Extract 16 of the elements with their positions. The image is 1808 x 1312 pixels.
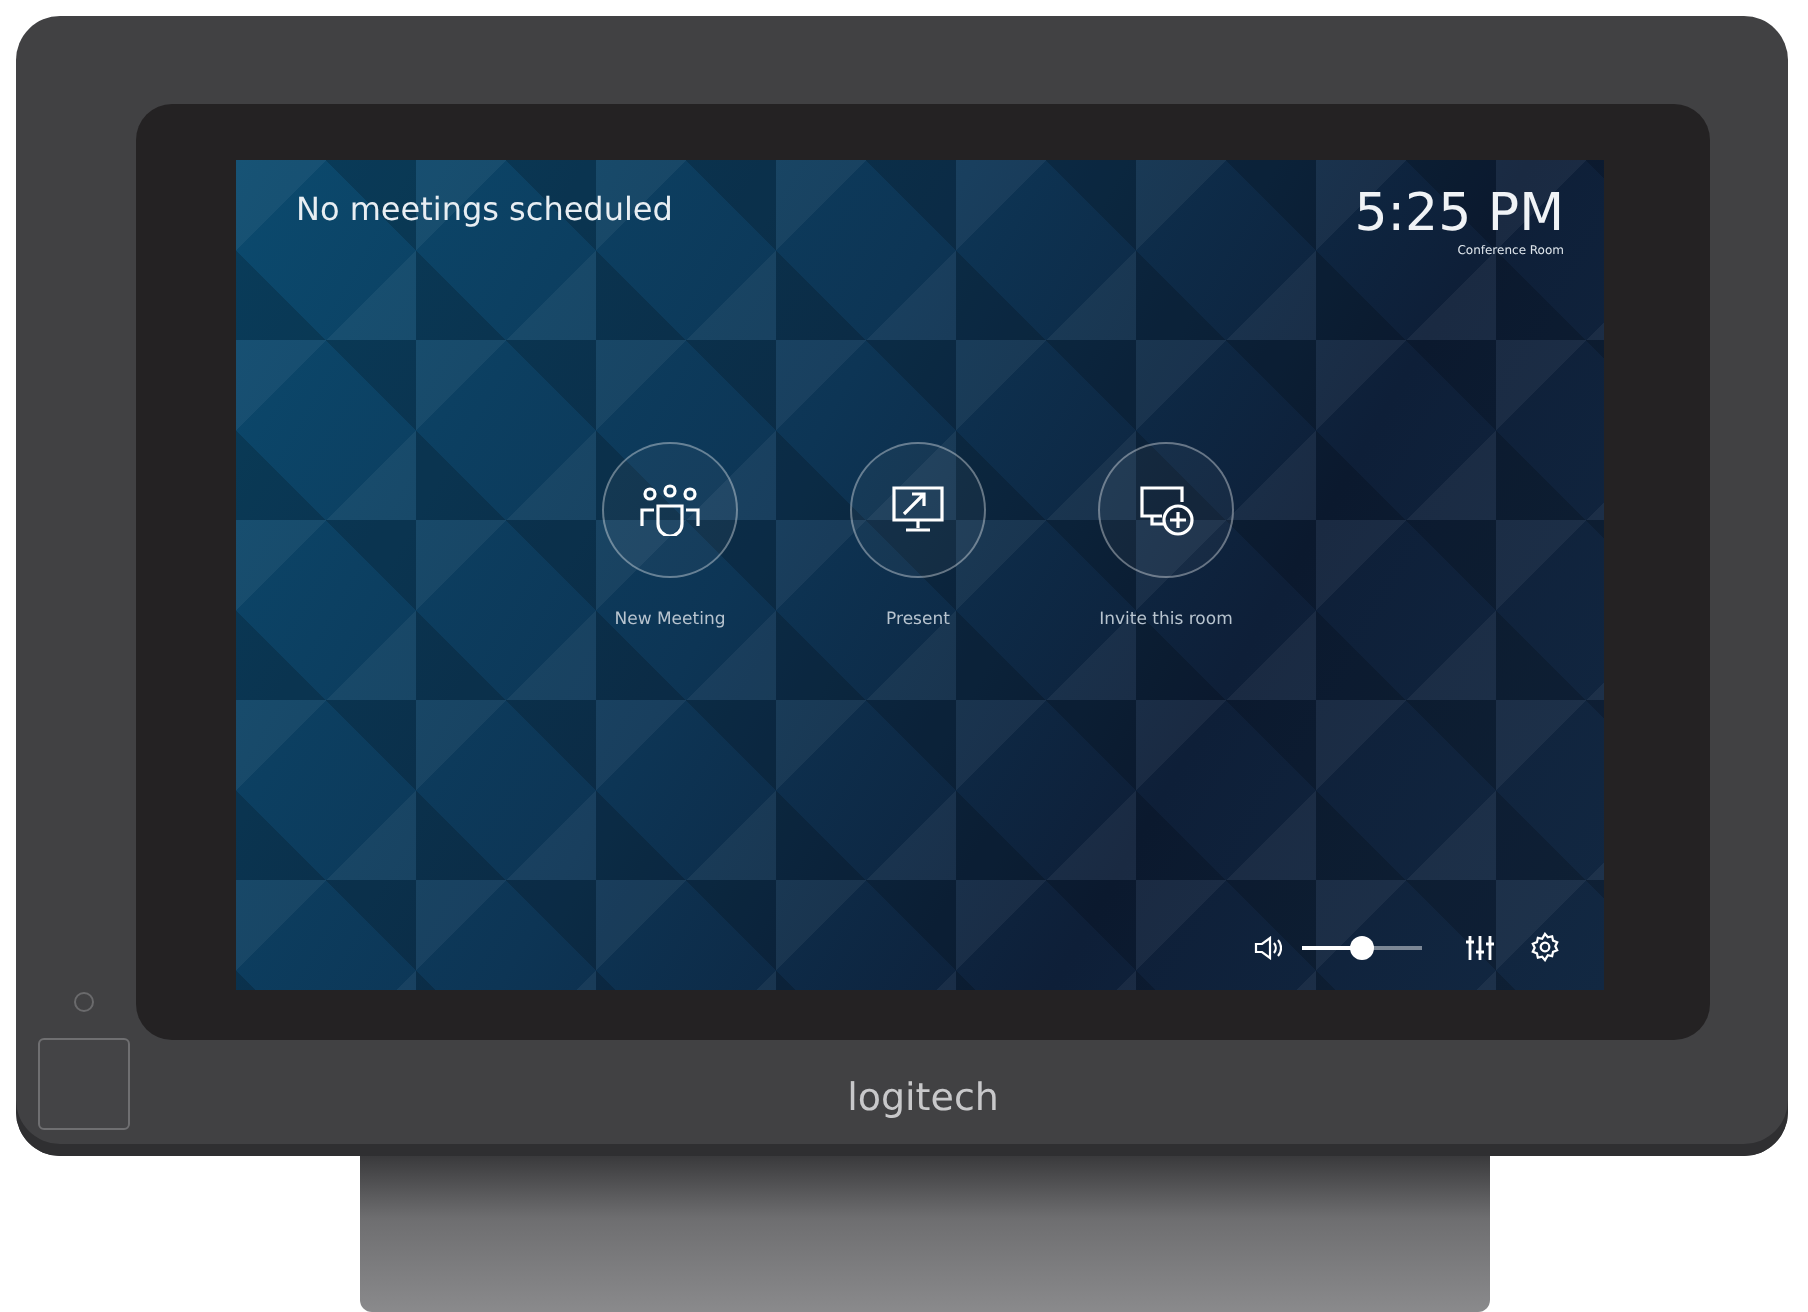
sliders-icon[interactable] bbox=[1466, 933, 1494, 961]
clock-time: 5:25 PM bbox=[1354, 184, 1564, 244]
volume-thumb[interactable] bbox=[1350, 935, 1374, 959]
action-label: Invite this room bbox=[1099, 610, 1233, 630]
action-label: New Meeting bbox=[614, 610, 726, 630]
screen-add-icon bbox=[1136, 482, 1196, 538]
people-icon bbox=[640, 484, 700, 536]
status-message: No meetings scheduled bbox=[296, 190, 673, 228]
brand-logo: logitech bbox=[847, 1076, 999, 1120]
action-button[interactable] bbox=[1098, 442, 1234, 578]
speaker-icon bbox=[1254, 935, 1282, 959]
settings-icon[interactable] bbox=[1530, 932, 1560, 962]
action-label: Present bbox=[886, 610, 950, 630]
screen-share-icon bbox=[888, 482, 948, 538]
action-button[interactable] bbox=[602, 442, 738, 578]
indicator-light-icon bbox=[73, 992, 93, 1012]
